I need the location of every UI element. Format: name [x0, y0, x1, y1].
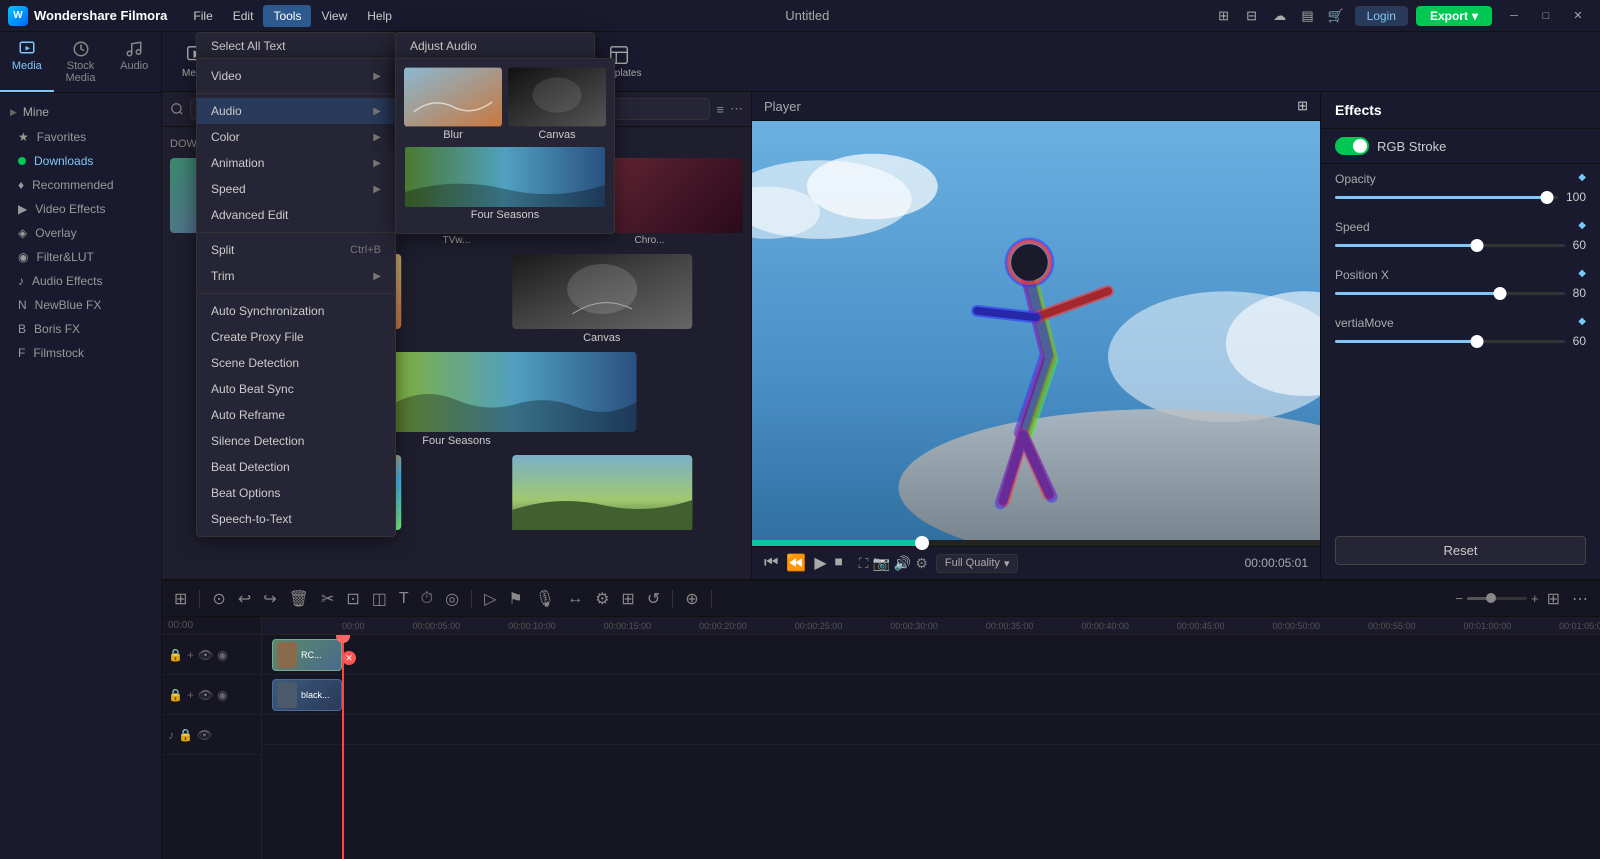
proxy-label: Create Proxy File	[211, 330, 304, 344]
video-arrow: ▶	[373, 71, 381, 82]
tools-menu-section-2: Audio ▶ Color ▶ Animation ▶ Speed ▶ Adva…	[197, 94, 395, 233]
tools-beat-detect-item[interactable]: Beat Detection	[197, 454, 395, 480]
tools-advanced-edit-item[interactable]: Advanced Edit	[197, 202, 395, 228]
tools-menu-section-4: Auto Synchronization Create Proxy File S…	[197, 294, 395, 536]
animation-arrow: ▶	[373, 158, 381, 169]
tools-silence-item[interactable]: Silence Detection	[197, 428, 395, 454]
canvas-quick-item[interactable]: Canvas	[508, 67, 606, 141]
tools-color-label: Color	[211, 130, 240, 144]
beat-sync-label: Auto Beat Sync	[211, 382, 294, 396]
tools-menu-section-1: Video ▶	[197, 59, 395, 94]
split-shortcut: Ctrl+B	[350, 244, 381, 256]
tools-video-label: Video	[211, 69, 241, 83]
blur-quick-label: Blur	[404, 129, 502, 141]
canvas-quick-thumb	[508, 67, 606, 127]
tools-color-item[interactable]: Color ▶	[197, 124, 395, 150]
seasons-quick-label: Four Seasons	[404, 209, 606, 221]
tools-trim-item[interactable]: Trim ▶	[197, 263, 395, 289]
effects-quick-panel: Blur Canvas	[395, 58, 615, 234]
tools-scene-item[interactable]: Scene Detection	[197, 350, 395, 376]
adjust-audio-label: Adjust Audio	[410, 39, 477, 53]
color-arrow: ▶	[373, 132, 381, 143]
tools-reframe-item[interactable]: Auto Reframe	[197, 402, 395, 428]
silence-label: Silence Detection	[211, 434, 304, 448]
select-all-text-item[interactable]: Select All Text	[196, 32, 396, 60]
tools-menu-section-3: Split Ctrl+B Trim ▶	[197, 233, 395, 294]
seasons-quick-item[interactable]: Four Seasons	[404, 147, 606, 221]
tools-beat-opts-item[interactable]: Beat Options	[197, 480, 395, 506]
blur-quick-item[interactable]: Blur	[404, 67, 502, 141]
tools-animation-label: Animation	[211, 156, 264, 170]
tools-speed-label: Speed	[211, 182, 246, 196]
tools-auto-sync-item[interactable]: Auto Synchronization	[197, 298, 395, 324]
tools-audio-label: Audio	[211, 104, 242, 118]
tools-trim-label: Trim	[211, 269, 235, 283]
adjust-audio-item[interactable]: Adjust Audio	[396, 33, 594, 59]
tools-speed-item[interactable]: Speed ▶	[197, 176, 395, 202]
dropdown-overlay[interactable]: Select All Text Video ▶ Audio ▶ Color ▶ …	[0, 0, 1600, 859]
tools-split-label: Split	[211, 243, 234, 257]
beat-detect-label: Beat Detection	[211, 460, 290, 474]
effects-grid-row1: Blur Canvas	[404, 67, 606, 141]
speech-label: Speech-to-Text	[211, 512, 292, 526]
select-all-label: Select All Text	[211, 39, 285, 53]
seasons-quick-thumb	[404, 147, 606, 207]
tools-audio-item[interactable]: Audio ▶	[197, 98, 395, 124]
blur-quick-thumb	[404, 67, 502, 127]
auto-sync-label: Auto Synchronization	[211, 304, 324, 318]
speed-arrow: ▶	[373, 184, 381, 195]
beat-opts-label: Beat Options	[211, 486, 280, 500]
trim-arrow: ▶	[373, 271, 381, 282]
tools-advanced-label: Advanced Edit	[211, 208, 288, 222]
tools-dropdown-menu: Video ▶ Audio ▶ Color ▶ Animation ▶ Spee…	[196, 58, 396, 537]
tools-speech-item[interactable]: Speech-to-Text	[197, 506, 395, 532]
canvas-quick-label: Canvas	[508, 129, 606, 141]
tools-split-item[interactable]: Split Ctrl+B	[197, 237, 395, 263]
tools-proxy-item[interactable]: Create Proxy File	[197, 324, 395, 350]
tools-animation-item[interactable]: Animation ▶	[197, 150, 395, 176]
reframe-label: Auto Reframe	[211, 408, 285, 422]
tools-beat-sync-item[interactable]: Auto Beat Sync	[197, 376, 395, 402]
tools-video-item[interactable]: Video ▶	[197, 63, 395, 89]
scene-label: Scene Detection	[211, 356, 299, 370]
audio-arrow: ▶	[373, 106, 381, 117]
